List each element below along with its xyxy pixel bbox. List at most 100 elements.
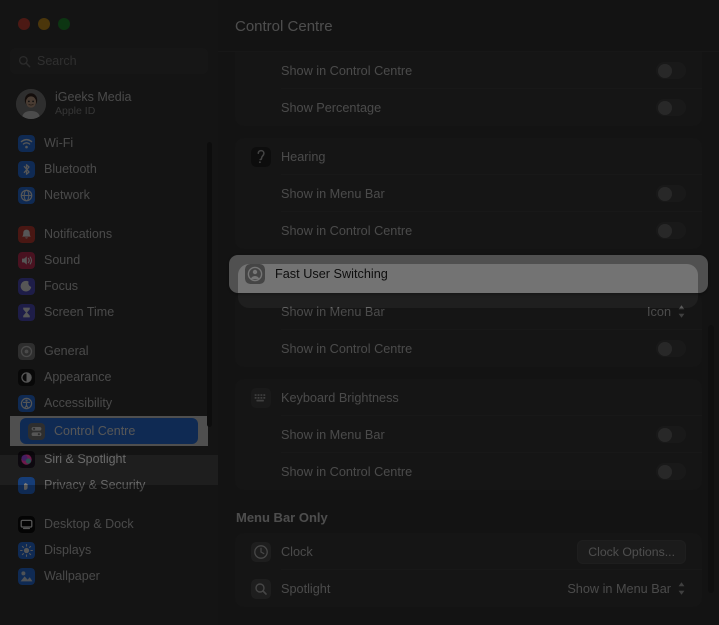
sidebar-item-label: Displays [44,543,92,557]
search-input[interactable] [37,54,200,68]
window-traffic-lights [0,0,218,40]
toggle-show-percentage[interactable] [656,99,686,116]
control-centre-icon [28,422,45,440]
network-icon [18,186,35,204]
desktop-dock-icon [18,515,35,533]
chevron-up-down-icon [678,305,685,318]
privacy-hand-icon [18,476,35,494]
row-label: Spotlight [281,581,331,596]
wifi-icon [18,134,35,152]
row-show-in-control-centre-top[interactable]: Show in Control Centre [235,52,702,89]
sidebar-group: Desktop & Dock Displays Wallpaper [0,511,218,589]
apple-id-account-row[interactable]: iGeeks Media Apple ID [10,84,208,124]
row-label: Show in Menu Bar [281,304,385,319]
row-clock[interactable]: Clock Clock Options... [235,533,702,570]
sidebar-item-label: Accessibility [44,396,113,410]
main-header: Control Centre [218,0,719,52]
system-settings-window: iGeeks Media Apple ID Wi-Fi Bluetooth [0,0,719,625]
menu-bar-only-card: Clock Clock Options... Spotlight Show in… [235,533,702,607]
sidebar-item-label: Notifications [44,227,113,241]
row-show-percentage[interactable]: Show Percentage [235,89,702,126]
chevron-up-down-icon [678,582,685,595]
sidebar-item-siri-spotlight[interactable]: Siri & Spotlight [10,446,208,472]
zoom-button[interactable] [58,18,70,30]
sidebar-item-label: Privacy & Security [44,478,146,492]
sidebar-group-separator [0,208,218,221]
minimize-button[interactable] [38,18,50,30]
sidebar-item-wallpaper[interactable]: Wallpaper [10,563,208,589]
sidebar-item-label: General [44,344,89,358]
sidebar-item-sound[interactable]: Sound [10,247,208,273]
sidebar-item-appearance[interactable]: Appearance [10,364,208,390]
sidebar-item-network[interactable]: Network [10,182,208,208]
spotlight-menu-bar-stepper[interactable]: Show in Menu Bar [567,581,686,596]
row-hearing-show-in-menu-bar[interactable]: Show in Menu Bar [235,175,702,212]
sidebar-item-bluetooth[interactable]: Bluetooth [10,156,208,182]
moon-icon [18,277,35,295]
search-field[interactable] [10,48,208,74]
row-fast-user-switching-show-in-control-centre[interactable]: Show in Control Centre [235,330,702,367]
section-title: Hearing [281,149,326,164]
spotlight-icon [251,578,271,599]
row-label: Show in Control Centre [281,63,413,78]
sidebar-item-screen-time[interactable]: Screen Time [10,299,208,325]
row-hearing-show-in-control-centre[interactable]: Show in Control Centre [235,212,702,249]
avatar [16,89,46,119]
sidebar-item-accessibility[interactable]: Accessibility [10,390,208,416]
sidebar-group: Wi-Fi Bluetooth Network [0,130,218,208]
menu-bar-only-title: Menu Bar Only [236,510,328,525]
sidebar-item-control-centre[interactable]: Control Centre [20,418,198,444]
sidebar-item-label: Sound [44,253,81,267]
sidebar-item-general[interactable]: General [10,338,208,364]
toggle-keyboard-brightness-show-in-control-centre[interactable] [656,463,686,480]
toggle-show-in-control-centre[interactable] [656,62,686,79]
section-card-fast-user-switching: Show in Menu Bar Icon Show in Control Ce… [235,293,702,367]
stepper-fast-user-switching-show-in-menu-bar[interactable]: Icon [647,304,686,319]
section-header-keyboard-brightness[interactable]: Keyboard Brightness [235,379,702,416]
row-label: Clock [281,544,313,559]
section-card-keyboard-brightness: Keyboard Brightness Show in Menu Bar Sho… [235,379,702,490]
row-keyboard-brightness-show-in-menu-bar[interactable]: Show in Menu Bar [235,416,702,453]
bluetooth-icon [18,160,35,178]
bell-icon [18,225,35,243]
sidebar-item-notifications[interactable]: Notifications [10,221,208,247]
sidebar-item-label: Control Centre [54,424,136,438]
keyboard-icon [251,387,271,408]
section-header-hearing[interactable]: Hearing [235,138,702,175]
toggle-keyboard-brightness-show-in-menu-bar[interactable] [656,426,686,443]
row-label: Show in Control Centre [281,464,413,479]
page-title: Control Centre [235,17,333,35]
sidebar-item-focus[interactable]: Focus [10,273,208,299]
section-title: Fast User Switching [275,267,388,281]
appearance-icon [18,368,35,386]
sidebar-item-desktop-dock[interactable]: Desktop & Dock [10,511,208,537]
row-label: Show in Menu Bar [281,427,385,442]
sidebar-group-separator [0,325,218,338]
section-header-fast-user-switching[interactable]: Fast User Switching [229,255,708,293]
sidebar-item-privacy-security[interactable]: Privacy & Security [10,472,208,498]
sidebar-item-displays[interactable]: Displays [10,537,208,563]
close-button[interactable] [18,18,30,30]
sidebar-item-wi-fi[interactable]: Wi-Fi [10,130,208,156]
clock-options-button[interactable]: Clock Options... [577,539,686,564]
row-label: Show in Menu Bar [281,186,385,201]
row-spotlight[interactable]: Spotlight Show in Menu Bar [235,570,702,607]
siri-icon [18,450,35,468]
speaker-icon [18,251,35,269]
row-keyboard-brightness-show-in-control-centre[interactable]: Show in Control Centre [235,453,702,490]
sidebar-item-label: Wi-Fi [44,136,74,150]
row-label: Show in Control Centre [281,341,413,356]
section-card-hearing: Hearing Show in Menu Bar Show in Control… [235,138,702,249]
clock-icon [251,541,271,562]
toggle-hearing-show-in-menu-bar[interactable] [656,185,686,202]
sidebar-item-label: Wallpaper [44,569,100,583]
row-fast-user-switching-show-in-menu-bar[interactable]: Show in Menu Bar Icon [235,293,702,330]
sidebar-scrollbar[interactable] [207,142,212,427]
top-settings-card: Show in Control Centre Show Percentage [235,52,702,126]
hearing-ear-icon [251,146,271,167]
sidebar-scroll-area: Wi-Fi Bluetooth Network Notifications So… [0,130,218,625]
toggle-fast-user-switching-show-in-control-centre[interactable] [656,340,686,357]
toggle-hearing-show-in-control-centre[interactable] [656,222,686,239]
displays-icon [18,541,35,559]
main-scrollbar[interactable] [708,325,714,593]
